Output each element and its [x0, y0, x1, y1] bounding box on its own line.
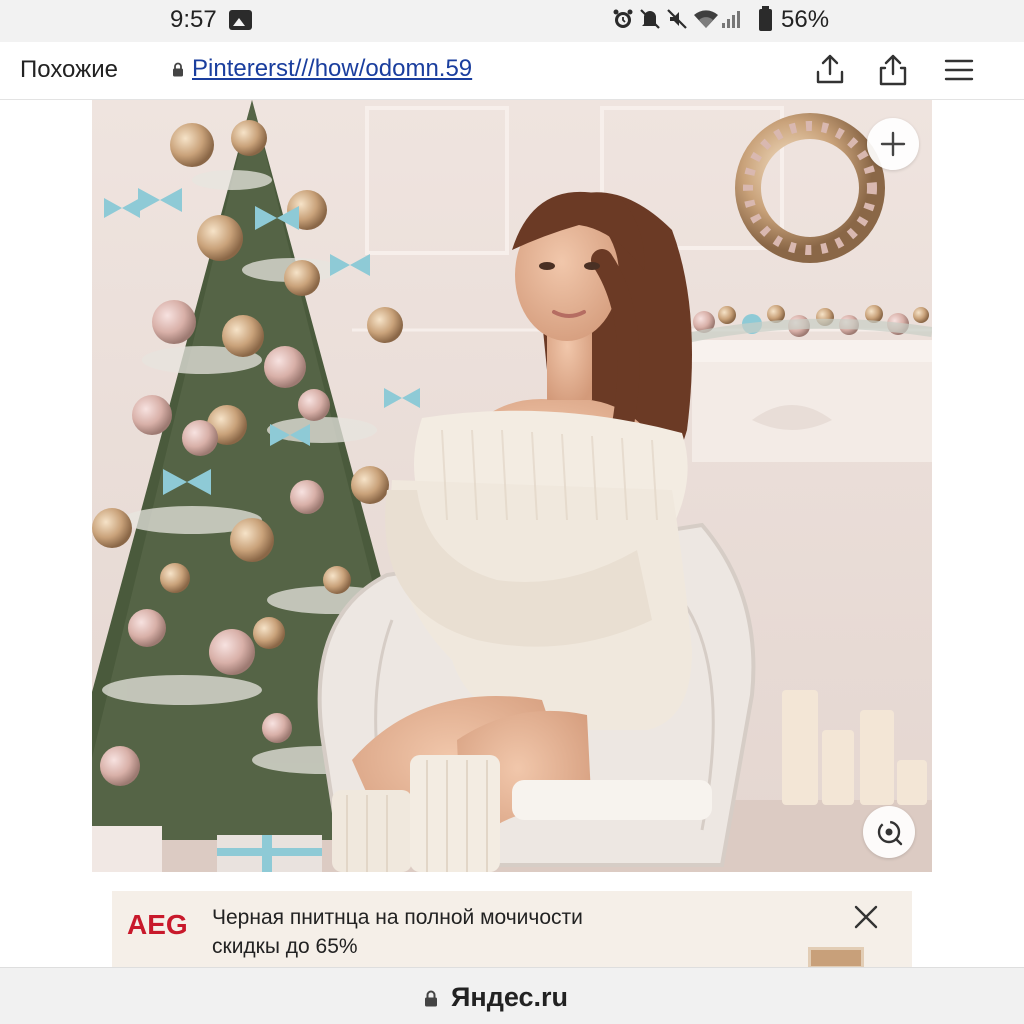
site-domain[interactable]: Яндес.ru — [451, 982, 568, 1013]
ad-text-line2: скидкы до 65% — [212, 935, 358, 958]
add-button[interactable] — [867, 118, 919, 170]
ad-text: Черная пнитнца на полной мочичости скидк… — [212, 903, 583, 961]
main-photo[interactable] — [92, 100, 932, 872]
vibrate-off-icon — [666, 8, 688, 30]
upload-icon[interactable] — [875, 52, 911, 88]
wifi-icon — [693, 8, 718, 30]
mute-icon — [639, 8, 661, 30]
menu-icon[interactable] — [941, 52, 977, 88]
close-icon[interactable] — [852, 903, 880, 931]
visual-search-icon — [874, 817, 904, 847]
url-link[interactable]: Pintererst///how/odomn.59 — [192, 55, 472, 83]
ad-banner[interactable]: AEG Черная пнитнца на полной мочичости с… — [112, 891, 912, 967]
lock-icon — [424, 990, 438, 1007]
photo-icon — [229, 10, 252, 30]
visual-search-button[interactable] — [863, 806, 915, 858]
battery-percent: 56% — [781, 6, 830, 33]
bottom-bar[interactable]: Яндес.ru — [0, 967, 1024, 1024]
plus-icon — [880, 131, 906, 157]
ad-text-line1: Черная пнитнца на полной мочичости — [212, 906, 583, 929]
signal-icon — [720, 8, 742, 30]
lock-icon — [172, 62, 184, 77]
ad-brand-logo: AEG — [127, 909, 188, 940]
address-bar: Похожие Pintererst///how/odomn.59 — [0, 42, 1024, 100]
status-bar: 9:57 56% — [0, 0, 1024, 42]
battery-icon — [759, 6, 772, 31]
photo-illustration — [92, 100, 932, 872]
ad-thumbnail — [808, 947, 864, 967]
status-time: 9:57 — [170, 6, 217, 33]
alarm-icon — [612, 8, 634, 30]
share-icon[interactable] — [812, 52, 848, 88]
similar-tab[interactable]: Похожие — [20, 56, 118, 84]
status-icons — [612, 8, 742, 30]
